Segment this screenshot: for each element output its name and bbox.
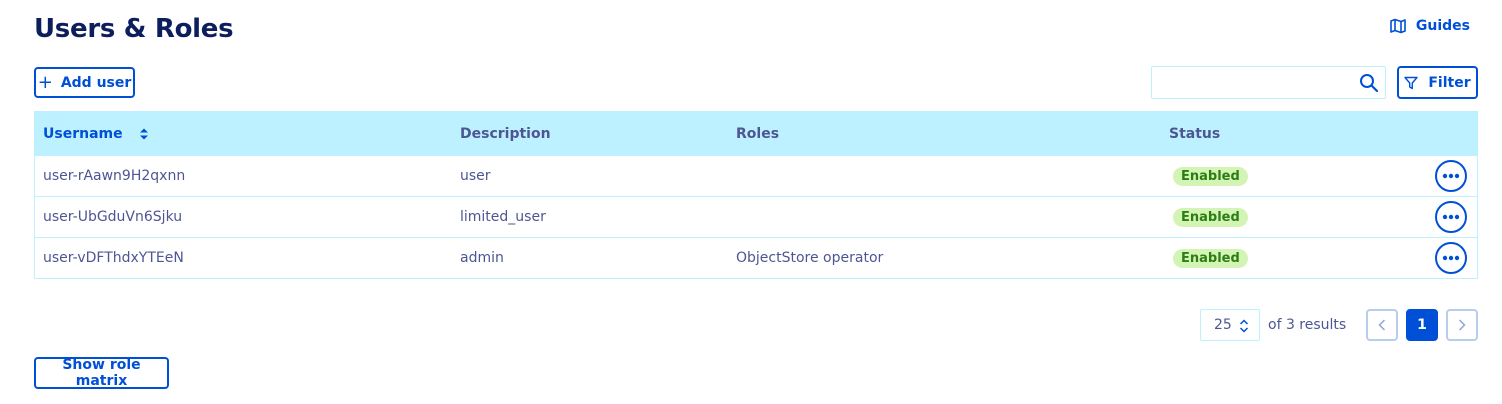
search-icon[interactable] [1359,73,1379,93]
chevron-right-icon [1458,319,1466,331]
cell-description: admin [460,250,504,266]
status-badge: Enabled [1173,166,1248,186]
cell-username: user-UbGduVn6Sjku [43,209,183,225]
table-row: user-vDFThdxYTEeN admin ObjectStore oper… [35,237,1477,278]
show-role-matrix-button[interactable]: Show role matrix [34,357,169,389]
page-size-value: 25 [1214,317,1232,333]
plus-icon: + [37,71,53,93]
cell-actions [1421,201,1477,233]
chevron-left-icon [1378,319,1386,331]
column-label: Username [43,125,123,142]
status-badge: Enabled [1173,207,1248,227]
funnel-icon [1404,76,1419,89]
prev-page-button[interactable] [1366,309,1398,341]
add-user-label: Add user [60,74,132,91]
search-input[interactable] [1152,67,1352,98]
column-header-description: Description [460,125,551,142]
next-page-button[interactable] [1446,309,1478,341]
cell-actions [1421,160,1477,192]
cell-status: Enabled [1161,207,1421,227]
column-header-username[interactable]: Username [35,126,452,142]
page-size-select[interactable]: 25 [1200,309,1260,341]
cell-description: limited_user [460,209,546,225]
cell-status: Enabled [1161,166,1421,186]
cell-status: Enabled [1161,248,1421,268]
guides-link[interactable]: Guides [1390,18,1470,34]
table-header: Username Description Roles Status [35,112,1477,155]
guides-label: Guides [1415,18,1470,34]
more-horizontal-icon [1442,214,1460,220]
filter-button[interactable]: Filter [1397,66,1478,99]
results-count: of 3 results [1268,317,1347,333]
search-box [1151,66,1386,99]
filter-label: Filter [1428,74,1471,91]
up-down-chevron-icon [1239,319,1249,333]
book-map-icon [1390,18,1406,34]
cell-roles: ObjectStore operator [736,250,884,266]
cell-username: user-vDFThdxYTEeN [43,250,184,266]
more-horizontal-icon [1442,173,1460,179]
cell-actions [1421,242,1477,274]
row-actions-button[interactable] [1435,242,1467,274]
add-user-button[interactable]: + Add user [34,67,135,98]
row-actions-button[interactable] [1435,201,1467,233]
users-table: Username Description Roles Status user-r… [34,111,1478,279]
page-button-current[interactable]: 1 [1406,309,1438,341]
page-title: Users & Roles [34,14,234,44]
table-row: user-UbGduVn6Sjku limited_user Enabled [35,196,1477,237]
table-row: user-rAawn9H2qxnn user Enabled [35,155,1477,196]
cell-username: user-rAawn9H2qxnn [43,168,186,184]
status-badge: Enabled [1173,248,1248,268]
column-header-status: Status [1169,125,1221,142]
sort-icon[interactable] [139,127,149,141]
column-header-roles: Roles [736,125,780,142]
more-horizontal-icon [1442,255,1460,261]
cell-description: user [460,168,491,184]
row-actions-button[interactable] [1435,160,1467,192]
